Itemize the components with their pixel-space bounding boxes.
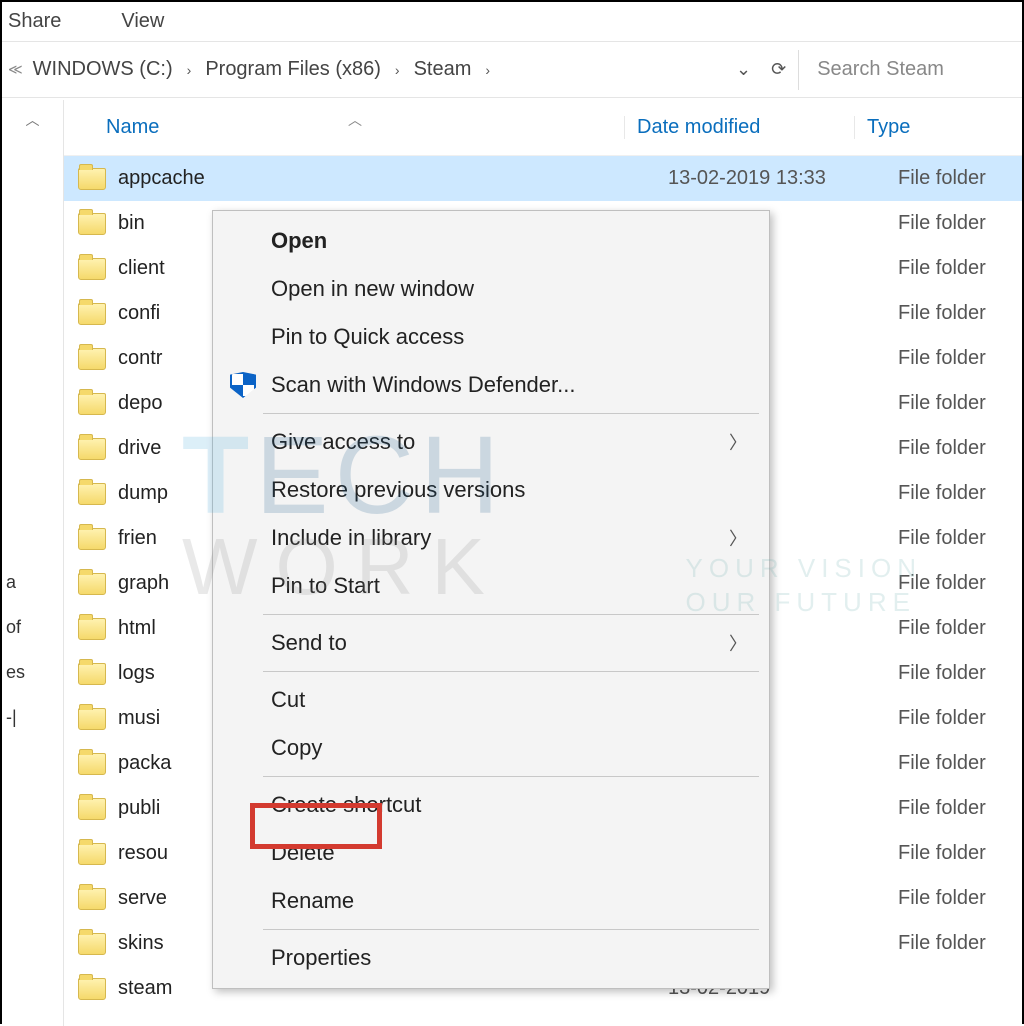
folder-icon	[78, 933, 106, 955]
nav-item-fragment[interactable]: a	[2, 560, 63, 605]
column-header-name-label: Name	[106, 116, 159, 138]
sort-indicator-icon: ︿	[348, 110, 362, 130]
file-type: File folder	[886, 437, 1022, 460]
ctx-separator	[263, 776, 759, 777]
scroll-up-icon[interactable]: ︿	[2, 110, 63, 130]
file-type: File folder	[886, 347, 1022, 370]
ctx-give-access-label: Give access to	[271, 429, 415, 455]
ctx-scan-defender-label: Scan with Windows Defender...	[271, 372, 575, 398]
breadcrumb-part[interactable]: Program Files (x86)	[205, 58, 381, 81]
ribbon-tab-share[interactable]: Share	[8, 10, 61, 33]
column-headers: ︿ Name Date modified Type	[64, 100, 1022, 156]
history-dropdown-icon[interactable]: ⌄	[736, 59, 751, 80]
file-type: File folder	[886, 662, 1022, 685]
chevron-right-icon: ›	[183, 62, 196, 78]
file-type: File folder	[886, 932, 1022, 955]
ctx-restore-versions[interactable]: Restore previous versions	[215, 466, 767, 514]
ctx-give-access-to[interactable]: Give access to 〉	[215, 418, 767, 466]
folder-icon	[78, 978, 106, 1000]
submenu-arrow-icon: 〉	[729, 525, 747, 551]
ctx-scan-defender[interactable]: Scan with Windows Defender...	[215, 361, 767, 409]
nav-item-fragment[interactable]: -|	[2, 695, 63, 740]
folder-icon	[78, 798, 106, 820]
ctx-cut[interactable]: Cut	[215, 676, 767, 724]
address-bar-controls: ⌄ ⟳	[736, 59, 798, 80]
chevron-right-icon: ›	[481, 62, 494, 78]
ctx-copy[interactable]: Copy	[215, 724, 767, 772]
folder-icon	[78, 348, 106, 370]
nav-item-fragment[interactable]: es	[2, 650, 63, 695]
file-type: File folder	[886, 752, 1022, 775]
file-type: File folder	[886, 167, 1022, 190]
table-row[interactable]: appcache13-02-2019 13:33File folder	[64, 156, 1022, 201]
folder-icon	[78, 663, 106, 685]
defender-shield-icon	[229, 371, 257, 399]
search-input[interactable]: Search Steam	[798, 50, 1022, 90]
ctx-delete[interactable]: Delete	[215, 829, 767, 877]
submenu-arrow-icon: 〉	[729, 630, 747, 656]
ctx-create-shortcut[interactable]: Create shortcut	[215, 781, 767, 829]
file-name: appcache	[118, 167, 656, 190]
ctx-pin-quick-access[interactable]: Pin to Quick access	[215, 313, 767, 361]
folder-icon	[78, 528, 106, 550]
file-type: File folder	[886, 302, 1022, 325]
ribbon-tab-view[interactable]: View	[121, 10, 164, 33]
folder-icon	[78, 168, 106, 190]
ribbon-tabs: Share View	[2, 2, 1022, 42]
ctx-send-to[interactable]: Send to 〉	[215, 619, 767, 667]
ctx-open-new-window[interactable]: Open in new window	[215, 265, 767, 313]
ctx-separator	[263, 413, 759, 414]
ctx-separator	[263, 671, 759, 672]
folder-icon	[78, 438, 106, 460]
folder-icon	[78, 393, 106, 415]
breadcrumb[interactable]: ≪ WINDOWS (C:) › Program Files (x86) › S…	[8, 50, 736, 90]
folder-icon	[78, 843, 106, 865]
column-header-type[interactable]: Type	[854, 116, 1022, 139]
folder-icon	[78, 888, 106, 910]
file-type: File folder	[886, 257, 1022, 280]
ctx-include-library-label: Include in library	[271, 525, 431, 551]
breadcrumb-part[interactable]: Steam	[414, 58, 472, 81]
breadcrumb-back-icon[interactable]: ≪	[8, 61, 23, 78]
ctx-separator	[263, 929, 759, 930]
submenu-arrow-icon: 〉	[729, 429, 747, 455]
ctx-open[interactable]: Open	[215, 217, 767, 265]
file-type: File folder	[886, 527, 1022, 550]
file-type: File folder	[886, 707, 1022, 730]
breadcrumb-part[interactable]: WINDOWS (C:)	[33, 58, 173, 81]
file-date: 13-02-2019 13:33	[656, 167, 886, 190]
file-type: File folder	[886, 797, 1022, 820]
folder-icon	[78, 708, 106, 730]
folder-icon	[78, 573, 106, 595]
context-menu: Open Open in new window Pin to Quick acc…	[212, 210, 770, 989]
file-type: File folder	[886, 842, 1022, 865]
folder-icon	[78, 753, 106, 775]
file-type: File folder	[886, 617, 1022, 640]
address-bar-row: ≪ WINDOWS (C:) › Program Files (x86) › S…	[2, 42, 1022, 98]
file-type: File folder	[886, 482, 1022, 505]
ctx-pin-start[interactable]: Pin to Start	[215, 562, 767, 610]
navigation-pane[interactable]: ︿ a of es -|	[2, 100, 64, 1026]
file-type: File folder	[886, 887, 1022, 910]
file-type: File folder	[886, 212, 1022, 235]
folder-icon	[78, 483, 106, 505]
search-placeholder: Search Steam	[817, 58, 944, 81]
file-type: File folder	[886, 572, 1022, 595]
refresh-icon[interactable]: ⟳	[771, 59, 786, 80]
folder-icon	[78, 213, 106, 235]
folder-icon	[78, 618, 106, 640]
chevron-right-icon: ›	[391, 62, 404, 78]
folder-icon	[78, 303, 106, 325]
file-type: File folder	[886, 392, 1022, 415]
folder-icon	[78, 258, 106, 280]
ctx-send-to-label: Send to	[271, 630, 347, 656]
ctx-properties[interactable]: Properties	[215, 934, 767, 982]
ctx-separator	[263, 614, 759, 615]
ctx-rename[interactable]: Rename	[215, 877, 767, 925]
ctx-include-library[interactable]: Include in library 〉	[215, 514, 767, 562]
nav-item-fragment[interactable]: of	[2, 605, 63, 650]
column-header-name[interactable]: ︿ Name	[64, 116, 624, 139]
column-header-date[interactable]: Date modified	[624, 116, 854, 139]
